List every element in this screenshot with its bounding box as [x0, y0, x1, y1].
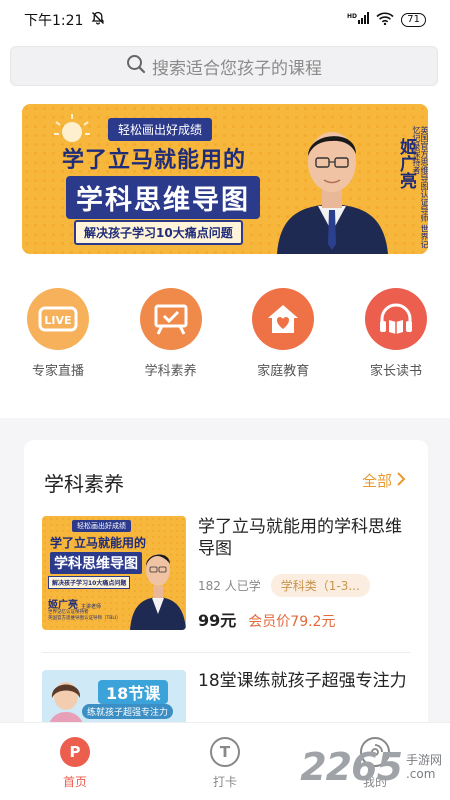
thumb-teacher-portrait — [130, 554, 186, 630]
signal-icon: HD — [347, 12, 370, 28]
headphones-book-icon — [364, 288, 427, 350]
watermark-line: 手游网 — [405, 753, 442, 767]
teacher-portrait — [277, 132, 388, 254]
course-title: 18堂课练就孩子超强专注力 — [198, 671, 407, 691]
course-category-badge: 学科类（1-3... — [270, 574, 370, 597]
quick-label: 家长读书 — [369, 364, 422, 379]
tab-label: 首页 — [62, 775, 87, 789]
course-title: 学了立马就能用的学科思维导图 — [198, 517, 402, 559]
battery-indicator: 71 — [401, 13, 426, 27]
quick-label: 学科素养 — [144, 364, 197, 379]
live-icon: LIVE — [27, 288, 89, 350]
tab-home[interactable]: P 首页 — [35, 737, 115, 800]
view-all-link[interactable]: 全部 — [362, 470, 406, 491]
wifi-icon — [376, 12, 394, 28]
thumb-teacher-name: 姬广亮 — [48, 600, 78, 611]
quick-label: 家庭教育 — [257, 364, 310, 379]
thumb-tag: 轻松画出好成绩 — [72, 520, 131, 532]
watermark-text: 手游网 .com — [406, 753, 442, 781]
banner-headline: 学了立马就能用的 — [62, 148, 247, 173]
banner-tag: 轻松画出好成绩 — [108, 118, 213, 141]
promo-banner[interactable]: 轻松画出好成绩 学了立马就能用的 学科思维导图 解决孩子学习10大痛点问题 姬广… — [22, 104, 428, 254]
search-placeholder: 搜索适合您孩子的课程 — [152, 58, 322, 79]
watermark-line: .com — [405, 767, 436, 781]
thumb-teacher-role: 主讲老师 — [81, 604, 102, 610]
quick-item-reading[interactable]: 家长读书 — [361, 288, 431, 379]
quick-item-subject[interactable]: 学科素养 — [136, 288, 206, 379]
mute-bell-icon — [91, 11, 105, 29]
course-item[interactable]: 轻松画出好成绩 学了立马就能用的 学科思维导图 解决孩子学习10大痛点问题 姬广… — [42, 516, 412, 631]
course-meta: 182 人已学 学科类（1-3... — [198, 574, 412, 597]
course-info: 学了立马就能用的学科思维导图 182 人已学 学科类（1-3... 99元 会员… — [198, 516, 412, 631]
status-bar: 下午1:21 HD 71 — [0, 0, 450, 40]
presentation-icon — [139, 288, 202, 350]
thumb-slogan: 解决孩子学习10大痛点问题 — [48, 576, 131, 589]
thumb-subheadline: 学科思维导图 — [50, 552, 142, 574]
course-learners: 182 人已学 — [198, 579, 261, 593]
chevron-right-icon — [396, 471, 406, 490]
banner-teacher-title: 英国官方思维导图认证导师 世界记忆记录保持者 — [412, 126, 428, 249]
banner-subheadline: 学科思维导图 — [66, 176, 260, 219]
section-title: 学科素养 — [44, 472, 124, 496]
quick-label: 专家直播 — [31, 364, 84, 379]
view-all-label: 全部 — [361, 472, 392, 490]
svg-text:HD: HD — [347, 13, 357, 20]
tab-checkin[interactable]: T 打卡 — [185, 737, 265, 800]
quick-item-live[interactable]: LIVE 专家直播 — [23, 288, 93, 379]
home-heart-icon — [252, 288, 315, 350]
thumb-teacher-desc: 世界记忆认证保持者 英国官方思维导图认证导师（TBLI） — [48, 610, 138, 622]
banner-slogan: 解决孩子学习10大痛点问题 — [74, 220, 243, 245]
subject-section-card: 学科素养 全部 轻松画出好成绩 学了立马就能用的 学科思维导图 解决孩子学习10… — [24, 440, 428, 784]
site-watermark: 2265 手游网 .com — [300, 745, 442, 789]
course-price: 99元 — [198, 611, 237, 630]
thumb-subheadline: 练就孩子超强专注力 — [82, 704, 174, 719]
divider — [42, 652, 410, 653]
search-icon — [126, 54, 146, 79]
search-input[interactable]: 搜索适合您孩子的课程 — [10, 46, 438, 86]
thumb-desc-line: 英国官方思维导图认证导师（TBLI） — [48, 616, 121, 621]
checkin-t-icon: T — [210, 737, 240, 767]
quick-item-family[interactable]: 家庭教育 — [248, 288, 318, 379]
course-thumbnail: 轻松画出好成绩 学了立马就能用的 学科思维导图 解决孩子学习10大痛点问题 姬广… — [42, 516, 186, 630]
thumb-teacher: 姬广亮 主讲老师 — [48, 596, 101, 611]
tab-label: 打卡 — [212, 775, 237, 789]
home-p-icon: P — [60, 737, 90, 767]
svg-text:LIVE: LIVE — [44, 314, 71, 327]
watermark-number: 2265 — [300, 745, 403, 789]
course-price-row: 99元 会员价79.2元 — [198, 607, 412, 631]
thumb-headline: 18节课 — [98, 680, 169, 704]
status-time: 下午1:21 — [24, 13, 84, 29]
course-vip-price: 会员价79.2元 — [248, 614, 336, 630]
quick-nav: LIVE 专家直播 学科素养 家庭教育 家长读书 — [0, 288, 450, 379]
